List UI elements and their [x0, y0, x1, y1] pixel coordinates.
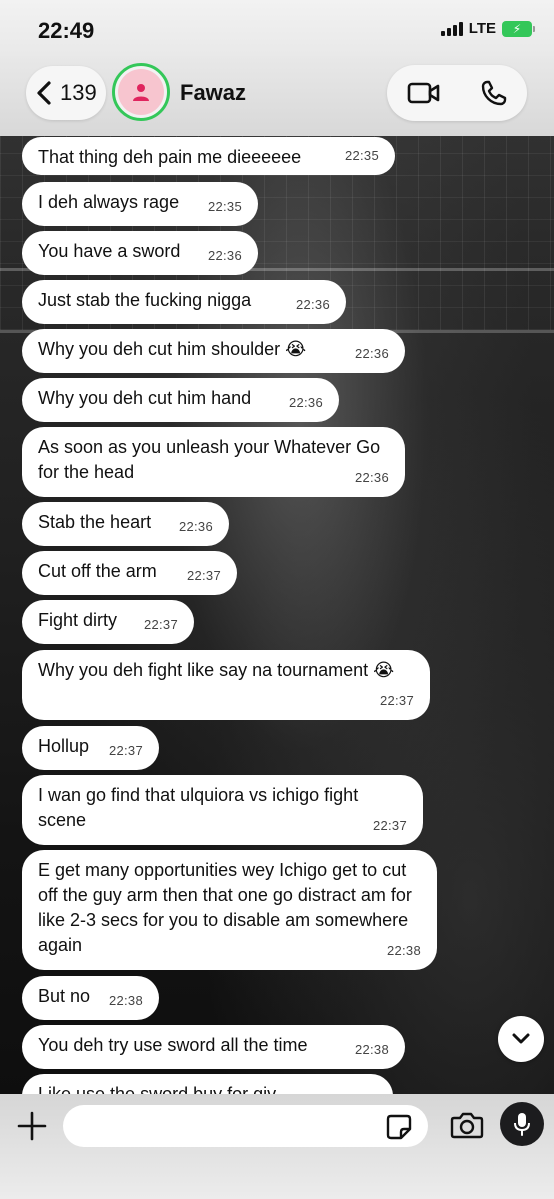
message-bubble[interactable]: But no 22:38 [22, 976, 159, 1020]
message-time: 22:35 [344, 148, 379, 163]
message-bubble[interactable]: E get many opportunities wey Ichigo get … [22, 850, 437, 970]
message-text: Like use the sword buy for giv [38, 1084, 277, 1094]
camera-icon[interactable] [450, 1110, 484, 1140]
message-bubble[interactable]: Why you deh cut him hand 22:36 [22, 378, 339, 422]
message-bubble[interactable]: Stab the heart 22:36 [22, 502, 229, 546]
message-bubble[interactable]: That thing deh pain me dieeeeee 22:35 [22, 137, 395, 175]
message-bubble[interactable]: Why you deh cut him shoulder 😭 22:36 [22, 329, 405, 373]
video-camera-icon[interactable] [407, 81, 441, 105]
composer-bar [0, 1094, 554, 1199]
message-time: 22:38 [386, 943, 421, 958]
message-time: 22:38 [354, 1042, 389, 1057]
signal-icon [440, 21, 463, 36]
phone-icon[interactable] [480, 79, 508, 107]
message-time: 22:35 [207, 199, 242, 214]
message-time: 22:38 [108, 993, 143, 1008]
status-time: 22:49 [38, 18, 95, 43]
message-time: 22:37 [108, 743, 143, 758]
message-bubble[interactable]: I wan go find that ulquiora vs ichigo fi… [22, 775, 423, 845]
message-time: 22:37 [186, 568, 221, 583]
plus-icon[interactable] [16, 1110, 48, 1142]
message-bubble[interactable]: Fight dirty 22:37 [22, 600, 194, 644]
message-time: 22:37 [143, 617, 178, 632]
contact-avatar[interactable] [112, 63, 170, 121]
charging-bolt-icon: ⚡ [512, 21, 522, 36]
message-text: Why you deh cut him hand [38, 388, 252, 408]
scroll-to-bottom-button[interactable] [498, 1016, 544, 1062]
avatar [118, 69, 164, 115]
microphone-icon [514, 1113, 530, 1136]
message-bubble[interactable]: Why you deh fight like say na tournament… [22, 650, 430, 720]
unread-count: 139 [60, 80, 97, 105]
message-text: I wan go find that ulquiora vs ichigo fi… [38, 785, 359, 830]
message-time: 22:36 [354, 346, 389, 361]
sticker-icon[interactable] [386, 1114, 412, 1140]
message-bubble[interactable]: As soon as you unleash your Whatever Go … [22, 427, 405, 497]
message-text: Just stab the fucking nigga [38, 290, 252, 310]
message-bubble[interactable]: Just stab the fucking nigga 22:36 [22, 280, 346, 324]
message-time: 22:36 [288, 395, 323, 410]
message-text: As soon as you unleash your Whatever Go … [38, 437, 381, 482]
contact-name[interactable]: Fawaz [180, 80, 246, 106]
call-actions [387, 65, 527, 121]
message-text: Why you deh cut him shoulder 😭 [38, 339, 307, 359]
message-time: 22:36 [354, 470, 389, 485]
chat-header: 139 Fawaz [0, 56, 554, 136]
message-time: 22:37 [379, 693, 414, 708]
message-text: E get many opportunities wey Ichigo get … [38, 860, 412, 955]
network-type: LTE [468, 20, 496, 37]
person-icon [133, 84, 149, 101]
message-bubble[interactable]: Hollup 22:37 [22, 726, 159, 770]
message-text: Why you deh fight like say na tournament… [38, 660, 395, 680]
status-bar: 22:49 LTE ⚡ [0, 0, 554, 60]
message-list[interactable]: That thing deh pain me dieeeeee 22:35 I … [0, 136, 554, 1094]
message-time: 22:37 [372, 818, 407, 833]
message-bubble[interactable]: I deh always rage 22:35 [22, 182, 258, 226]
battery-icon: ⚡ [502, 20, 535, 37]
back-button[interactable]: 139 [26, 66, 106, 120]
message-time: 22:36 [207, 248, 242, 263]
voice-message-button[interactable] [500, 1102, 544, 1146]
message-bubble[interactable]: Cut off the arm 22:37 [22, 551, 237, 595]
message-text: You deh try use sword all the time [38, 1035, 308, 1055]
message-input[interactable] [63, 1105, 428, 1147]
message-time: 22:36 [295, 297, 330, 312]
message-bubble[interactable]: You have a sword 22:36 [22, 231, 258, 275]
chevron-down-icon [512, 1033, 530, 1044]
chevron-left-icon [37, 81, 51, 105]
status-indicators: LTE ⚡ [440, 20, 535, 37]
message-bubble[interactable]: Like use the sword buy for giv [22, 1074, 393, 1094]
message-bubble[interactable]: You deh try use sword all the time 22:38 [22, 1025, 405, 1069]
message-time: 22:36 [178, 519, 213, 534]
message-text: That thing deh pain me dieeeeee [38, 147, 302, 167]
